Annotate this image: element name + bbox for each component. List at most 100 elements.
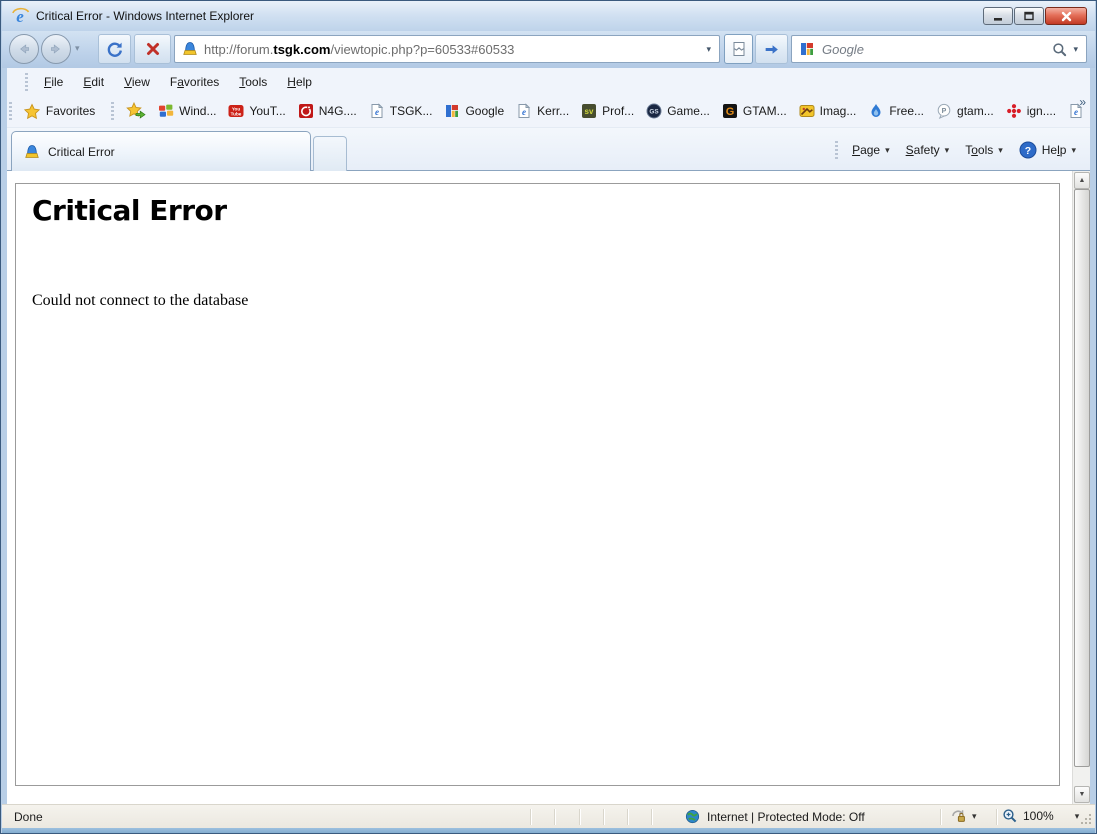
favorite-item-yout[interactable]: YouTubeYouT... xyxy=(222,99,291,123)
ign-icon xyxy=(1006,103,1022,119)
favorite-item-wind[interactable]: Wind... xyxy=(152,99,222,123)
search-input[interactable] xyxy=(822,42,1052,57)
favorite-item-tsgk[interactable]: e TSGK... xyxy=(363,99,439,123)
back-button[interactable] xyxy=(9,34,39,64)
flame-icon xyxy=(868,103,884,119)
google-logo-icon xyxy=(799,41,815,57)
internet-globe-icon xyxy=(685,809,700,824)
search-magnifier-icon[interactable] xyxy=(1052,42,1067,57)
svg-text:e: e xyxy=(1074,107,1078,117)
favorite-item-prof[interactable]: svProf... xyxy=(575,99,640,123)
favorite-label: gtam... xyxy=(957,104,994,118)
address-bar[interactable]: http://forum.tsgk.com/viewtopic.php?p=60… xyxy=(174,35,720,63)
favorite-item-kerr[interactable]: e Kerr... xyxy=(510,99,575,123)
ie-logo-icon: e xyxy=(10,6,30,26)
favorite-item-free[interactable]: Free... xyxy=(862,99,930,123)
search-options-caret[interactable]: ▾ xyxy=(1073,44,1078,55)
commandbar-safety-button[interactable]: Safety▾ xyxy=(898,137,958,163)
status-separator xyxy=(554,809,555,825)
command-bar-grip[interactable] xyxy=(835,141,838,159)
ie-page-icon: e xyxy=(369,103,385,119)
resize-grip-icon[interactable] xyxy=(1080,813,1092,825)
status-separator xyxy=(940,809,941,825)
tab-row: Critical Error Page▾Safety▾Tools▾?Help▾ xyxy=(7,128,1090,171)
favbar-grip-2[interactable] xyxy=(111,102,114,120)
favorite-label: Kerr... xyxy=(537,104,569,118)
favorite-label: TSGK... xyxy=(390,104,433,118)
site-favicon-icon xyxy=(182,41,198,57)
dropdown-caret: ▾ xyxy=(885,145,890,156)
favorite-item-gtam[interactable]: Pgtam... xyxy=(930,99,1000,123)
address-dropdown-caret[interactable]: ▾ xyxy=(706,44,711,55)
favorite-item-ign[interactable]: ign.... xyxy=(1000,99,1062,123)
refresh-icon xyxy=(106,40,124,58)
zoom-magnifier-icon xyxy=(1002,808,1018,824)
favorite-item-imag[interactable]: Imag... xyxy=(793,99,863,123)
favorite-item-google[interactable]: Google xyxy=(438,99,510,123)
zoom-button[interactable]: 100% ▾ xyxy=(1002,808,1079,824)
imageshack-icon xyxy=(799,103,815,119)
favorite-label: Imag... xyxy=(820,104,857,118)
menu-help[interactable]: Help xyxy=(277,72,322,92)
menu-favorites[interactable]: Favorites xyxy=(160,72,229,92)
favorite-item-n4g[interactable]: N4G.... xyxy=(292,99,363,123)
vertical-scrollbar[interactable]: ▲ ▼ xyxy=(1072,171,1090,804)
favorite-label: L Dr... xyxy=(1089,104,1090,118)
favorite-label: N4G.... xyxy=(319,104,357,118)
favorite-label: Free... xyxy=(889,104,924,118)
zoom-level: 100% xyxy=(1023,809,1054,823)
tab-favicon-icon xyxy=(24,144,40,160)
stop-icon xyxy=(145,41,161,57)
menu-tools[interactable]: Tools xyxy=(229,72,277,92)
ie-page-icon: e xyxy=(516,103,532,119)
svg-text:sv: sv xyxy=(585,107,594,116)
maximize-button[interactable] xyxy=(1014,7,1044,25)
window-title: Critical Error - Windows Internet Explor… xyxy=(36,9,254,23)
commandbar-page-button[interactable]: Page▾ xyxy=(844,137,898,163)
scrollbar-thumb[interactable] xyxy=(1074,189,1090,767)
status-separator xyxy=(579,809,580,825)
go-arrow-icon xyxy=(763,41,780,58)
favbar-grip[interactable] xyxy=(9,102,12,120)
new-tab-stub[interactable] xyxy=(313,136,347,171)
svg-text:?: ? xyxy=(1025,145,1031,157)
menubar-grip[interactable] xyxy=(25,73,28,91)
favorite-label: Google xyxy=(465,104,504,118)
title-bar[interactable]: e Critical Error - Windows Internet Expl… xyxy=(2,1,1095,31)
scroll-down-button[interactable]: ▼ xyxy=(1074,786,1090,803)
favorites-star-icon xyxy=(24,103,40,119)
svg-text:G: G xyxy=(726,106,735,118)
search-box[interactable]: ▾ xyxy=(791,35,1087,63)
go-button[interactable] xyxy=(755,34,788,64)
commandbar-tools-button[interactable]: Tools▾ xyxy=(957,137,1011,163)
commandbar-help-button[interactable]: ?Help▾ xyxy=(1011,137,1084,163)
menu-view[interactable]: View xyxy=(114,72,160,92)
close-button[interactable] xyxy=(1045,7,1087,25)
n4g-icon xyxy=(298,103,314,119)
navigation-bar: ▾ http://forum.tsgk.com/viewtopic.php?p=… xyxy=(2,31,1095,68)
menu-edit[interactable]: Edit xyxy=(73,72,114,92)
favorite-label: GTAM... xyxy=(743,104,787,118)
security-zone-pane: Internet | Protected Mode: Off xyxy=(685,809,865,824)
favorites-button[interactable]: Favorites xyxy=(18,99,105,123)
url-text: http://forum.tsgk.com/viewtopic.php?p=60… xyxy=(204,42,514,57)
tab-critical-error[interactable]: Critical Error xyxy=(11,131,311,171)
forward-button[interactable] xyxy=(41,34,71,64)
compatibility-view-button[interactable] xyxy=(724,34,753,64)
favorites-overflow-chevron[interactable]: » xyxy=(1079,95,1086,109)
sv-icon: sv xyxy=(581,103,597,119)
favorite-item-game[interactable]: GSGame... xyxy=(640,99,716,123)
menu-file[interactable]: File xyxy=(34,72,73,92)
broken-page-icon xyxy=(731,41,747,57)
browser-window: e Critical Error - Windows Internet Expl… xyxy=(0,0,1097,834)
svg-text:e: e xyxy=(375,107,379,117)
add-to-favorites-bar-button[interactable] xyxy=(120,98,152,124)
favorite-item-gtam[interactable]: G GTAM... xyxy=(716,99,793,123)
scroll-up-button[interactable]: ▲ xyxy=(1074,172,1090,189)
minimize-button[interactable] xyxy=(983,7,1013,25)
inprivate-settings-button[interactable]: ▾ xyxy=(950,808,977,824)
refresh-button[interactable] xyxy=(98,34,131,64)
recent-pages-caret[interactable]: ▾ xyxy=(75,43,80,54)
status-separator xyxy=(996,809,997,825)
stop-button[interactable] xyxy=(134,34,171,64)
